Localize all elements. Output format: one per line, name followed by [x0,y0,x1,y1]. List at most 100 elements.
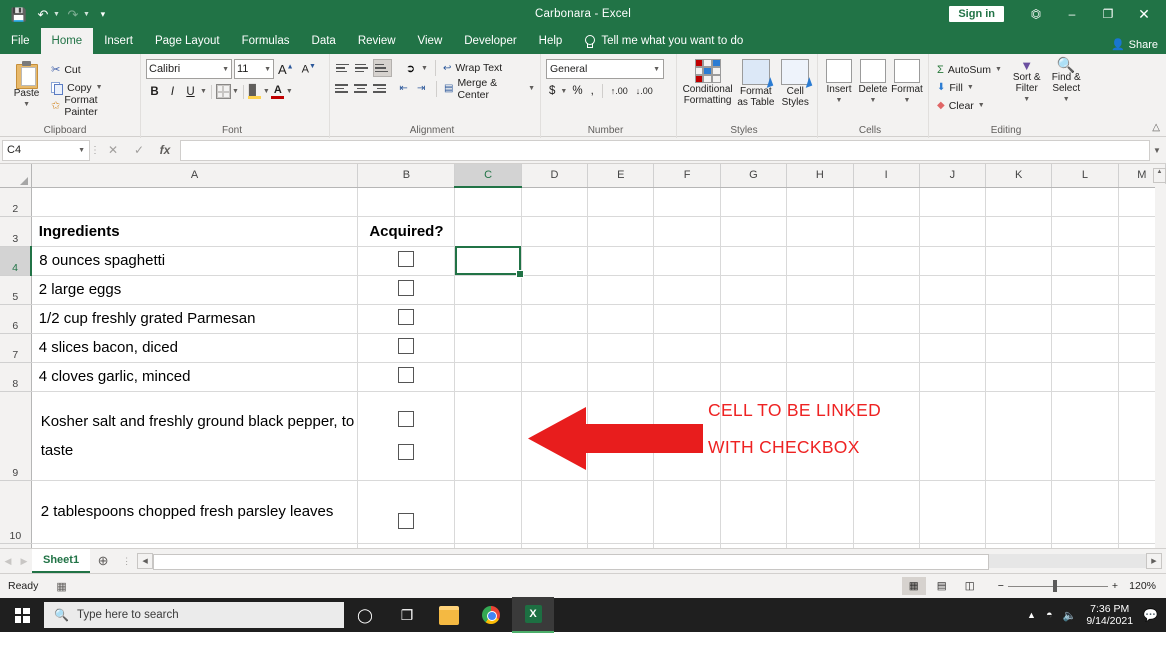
orientation-dropdown-icon[interactable]: ▼ [421,65,428,72]
cell-f4[interactable] [653,246,721,276]
cell-e8[interactable] [587,362,655,392]
column-header-d[interactable]: D [521,164,589,188]
cell-h4[interactable] [786,246,854,276]
show-hidden-icons-icon[interactable]: ▲ [1027,610,1036,620]
cell-h3[interactable] [786,216,854,247]
cell-k6[interactable] [985,304,1053,334]
cell-h10[interactable] [786,480,854,544]
font-color-icon[interactable]: A [270,84,285,99]
cell-j5[interactable] [919,275,986,305]
cell-a2[interactable] [31,187,359,217]
cell-h6[interactable] [786,304,854,334]
cell-f2[interactable] [653,187,721,217]
paste-dropdown-icon[interactable]: ▼ [23,99,30,110]
conditional-formatting-button[interactable]: Conditional Formatting [682,59,733,106]
increase-font-size-icon[interactable]: A▲ [274,62,298,77]
cell-c10[interactable] [454,480,522,544]
undo-dropdown-icon[interactable]: ▼ [53,11,60,18]
tab-developer[interactable]: Developer [453,28,527,54]
page-break-preview-icon[interactable]: ◫ [958,577,982,595]
sheet-tab-sheet1[interactable]: Sheet1 [32,549,91,573]
cell-a8[interactable]: 4 cloves garlic, minced [31,362,359,392]
cell-f5[interactable] [653,275,721,305]
cell-c5[interactable] [454,275,522,305]
cell-i11[interactable] [853,543,920,548]
scrollbar-grip[interactable]: ⋮ [122,556,131,567]
excel-icon[interactable]: X [512,597,554,633]
number-format-dropdown-icon[interactable]: ▼ [653,66,660,73]
row-header-11[interactable]: 11 [0,543,32,548]
cell-h5[interactable] [786,275,854,305]
tab-review[interactable]: Review [347,28,407,54]
orientation-icon[interactable]: ➲ [402,60,419,76]
fill-dropdown-icon[interactable]: ▼ [967,84,974,91]
row-header-6[interactable]: 6 [0,304,32,334]
insert-cells-button[interactable]: Insert ▼ [823,59,855,106]
row-header-8[interactable]: 8 [0,362,32,392]
cell-f11[interactable] [653,543,721,548]
checkbox-unchecked-icon[interactable] [398,279,415,296]
next-sheet-icon[interactable]: ▶ [16,556,32,567]
cell-j9[interactable] [919,391,986,481]
cell-j8[interactable] [919,362,986,392]
cell-c2[interactable] [454,187,522,217]
undo-icon[interactable]: ↶ [32,4,54,24]
row-header-10[interactable]: 10 [0,480,32,544]
cell-k3[interactable] [985,216,1053,247]
format-dropdown-icon[interactable]: ▼ [904,95,911,106]
ribbon-display-options-icon[interactable]: ⏣ [1018,0,1054,28]
format-cells-button[interactable]: Format ▼ [891,59,923,106]
cell-a7[interactable]: 4 slices bacon, diced [31,333,359,363]
font-size-dropdown-icon[interactable]: ▼ [264,66,271,73]
tab-data[interactable]: Data [301,28,347,54]
cell-f7[interactable] [653,333,721,363]
cell-l8[interactable] [1051,362,1119,392]
network-icon[interactable]: ◓ [1046,609,1053,621]
cell-e2[interactable] [587,187,655,217]
record-macro-icon[interactable]: ▦ [56,580,66,593]
cell-f6[interactable] [653,304,721,334]
cell-i4[interactable] [853,246,920,276]
autosum-button[interactable]: Σ AutoSum ▼ [934,61,1005,78]
zoom-slider[interactable] [1007,579,1108,593]
cell-g5[interactable] [720,275,788,305]
checkbox-unchecked-icon[interactable] [398,337,415,354]
spreadsheet-grid[interactable]: A B C D E F G H I J K L M 2 3 Ingredient… [0,164,1166,548]
cell-c4[interactable] [454,246,524,278]
cell-j6[interactable] [919,304,986,334]
italic-button[interactable]: I [164,83,181,100]
insert-dropdown-icon[interactable]: ▼ [836,95,843,106]
cell-b2[interactable] [357,187,456,217]
cell-g4[interactable] [720,246,788,276]
task-view-icon[interactable]: ❐ [386,598,428,632]
cell-styles-button[interactable]: Cell Styles [779,59,813,108]
copy-dropdown-icon[interactable]: ▼ [96,84,103,91]
formula-bar-grip[interactable]: ⋮ [90,145,100,156]
font-name-input[interactable]: Calibri ▼ [146,59,232,79]
cell-k2[interactable] [985,187,1053,217]
scroll-left-icon[interactable]: ◀ [137,553,154,569]
volume-icon[interactable]: 🔈 [1063,609,1077,622]
tab-view[interactable]: View [407,28,454,54]
tab-home[interactable]: Home [40,28,94,54]
cell-b8[interactable] [357,362,456,392]
cell-j10[interactable] [919,480,986,544]
cell-e4[interactable] [587,246,655,276]
cell-h7[interactable] [786,333,854,363]
collapse-ribbon-icon[interactable]: △ [1152,122,1160,133]
cell-b4[interactable] [357,246,456,276]
format-as-table-button[interactable]: Format as Table [736,59,775,108]
checkbox-unchecked-icon[interactable] [398,366,415,383]
cell-f8[interactable] [653,362,721,392]
decrease-decimal-icon[interactable]: ↓.00 [633,86,656,96]
cell-d4[interactable] [521,246,589,276]
increase-indent-icon[interactable]: ⇥ [413,81,429,97]
decrease-indent-icon[interactable]: ⇤ [396,81,412,97]
cell-g6[interactable] [720,304,788,334]
currency-button[interactable]: $ [546,85,558,97]
share-button[interactable]: 👤 Share [1111,38,1158,52]
fill-color-dropdown-icon[interactable]: ▼ [263,88,270,95]
close-icon[interactable]: ✕ [1126,0,1166,28]
insert-function-icon[interactable]: fx [152,140,178,160]
underline-dropdown-icon[interactable]: ▼ [200,88,207,95]
